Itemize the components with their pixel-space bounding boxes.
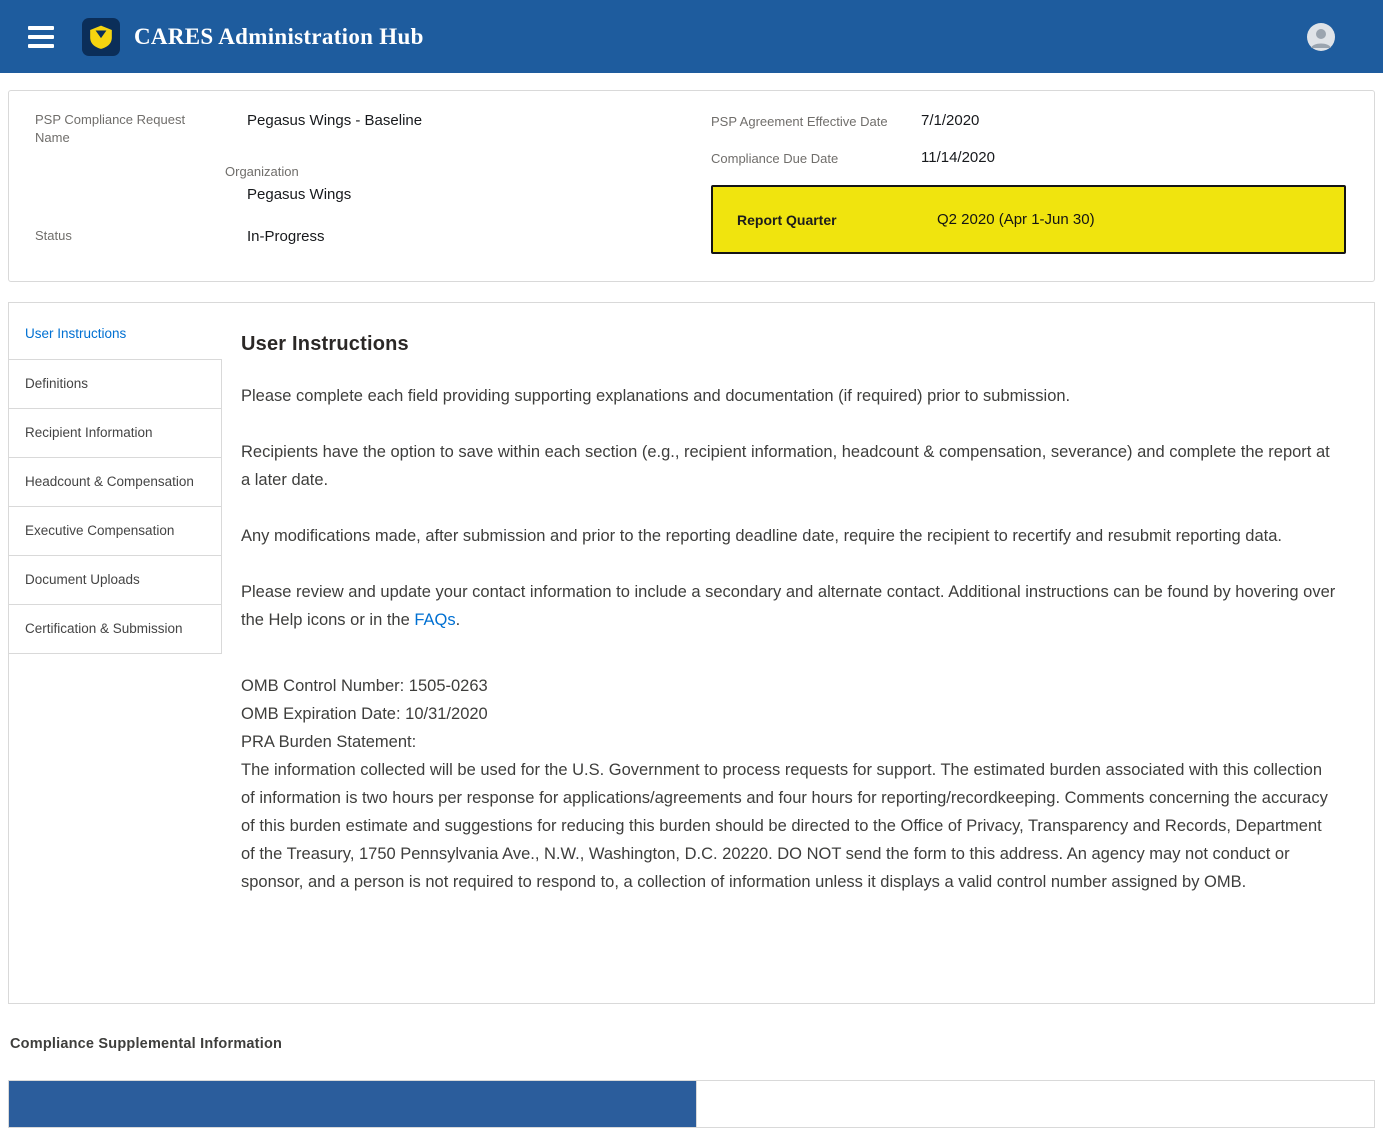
omb-expiration-date: OMB Expiration Date: 10/31/2020	[241, 700, 1336, 728]
hamburger-icon	[28, 26, 54, 30]
app-title: CARES Administration Hub	[134, 24, 424, 50]
due-date-label: Compliance Due Date	[711, 148, 921, 168]
user-icon	[1305, 21, 1337, 53]
content-heading: User Instructions	[241, 333, 1336, 356]
supplemental-info-table	[8, 1080, 1375, 1128]
app-logo	[82, 18, 120, 56]
tab-certification-submission[interactable]: Certification & Submission	[9, 604, 222, 654]
instructions-paragraph-3: Any modifications made, after submission…	[241, 522, 1336, 550]
supplemental-info-title: Compliance Supplemental Information	[10, 1036, 1383, 1052]
field-organization: Organization Pegasus Wings	[35, 163, 711, 205]
report-panel: User Instructions Definitions Recipient …	[8, 302, 1375, 1004]
tab-headcount-compensation[interactable]: Headcount & Compensation	[9, 457, 222, 506]
tab-recipient-information[interactable]: Recipient Information	[9, 408, 222, 457]
due-date-value: 11/14/2020	[921, 148, 1346, 168]
organization-value: Pegasus Wings	[247, 185, 711, 205]
tab-user-instructions[interactable]: User Instructions	[9, 317, 222, 359]
report-quarter-label: Report Quarter	[737, 212, 937, 228]
app-header: CARES Administration Hub	[0, 0, 1383, 73]
user-avatar-button[interactable]	[1305, 21, 1337, 53]
menu-button[interactable]	[22, 20, 60, 54]
summary-right-column: PSP Agreement Effective Date 7/1/2020 Co…	[711, 111, 1358, 257]
faqs-link[interactable]: FAQs	[414, 611, 455, 629]
tab-executive-compensation[interactable]: Executive Compensation	[9, 506, 222, 555]
omb-control-number: OMB Control Number: 1505-0263	[241, 672, 1336, 700]
omb-statement-block: OMB Control Number: 1505-0263 OMB Expira…	[241, 672, 1336, 896]
field-status: Status In-Progress	[35, 227, 711, 247]
tab-definitions[interactable]: Definitions	[9, 359, 222, 408]
request-name-label: PSP Compliance Request Name	[35, 111, 195, 147]
user-instructions-content: User Instructions Please complete each f…	[222, 303, 1374, 1003]
field-due-date: Compliance Due Date 11/14/2020	[711, 148, 1346, 168]
instructions-paragraph-1: Please complete each field providing sup…	[241, 382, 1336, 410]
compliance-summary-card: PSP Compliance Request Name Pegasus Wing…	[8, 90, 1375, 282]
field-request-name: PSP Compliance Request Name Pegasus Wing…	[35, 111, 711, 147]
status-value: In-Progress	[247, 227, 711, 247]
shield-icon	[88, 24, 114, 50]
instructions-paragraph-4: Please review and update your contact in…	[241, 578, 1336, 634]
status-label: Status	[35, 227, 247, 245]
section-tabs: User Instructions Definitions Recipient …	[9, 303, 222, 1003]
request-name-value: Pegasus Wings - Baseline	[247, 111, 711, 131]
effective-date-label: PSP Agreement Effective Date	[711, 111, 921, 131]
report-quarter-highlight: Report Quarter Q2 2020 (Apr 1-Jun 30)	[711, 185, 1346, 254]
pra-burden-label: PRA Burden Statement:	[241, 728, 1336, 756]
effective-date-value: 7/1/2020	[921, 111, 1346, 131]
instructions-paragraph-2: Recipients have the option to save withi…	[241, 438, 1336, 494]
tab-document-uploads[interactable]: Document Uploads	[9, 555, 222, 604]
report-quarter-value: Q2 2020 (Apr 1-Jun 30)	[937, 211, 1320, 228]
organization-label: Organization	[225, 163, 711, 181]
field-effective-date: PSP Agreement Effective Date 7/1/2020	[711, 111, 1346, 131]
pra-burden-text: The information collected will be used f…	[241, 756, 1336, 896]
summary-left-column: PSP Compliance Request Name Pegasus Wing…	[25, 111, 711, 257]
